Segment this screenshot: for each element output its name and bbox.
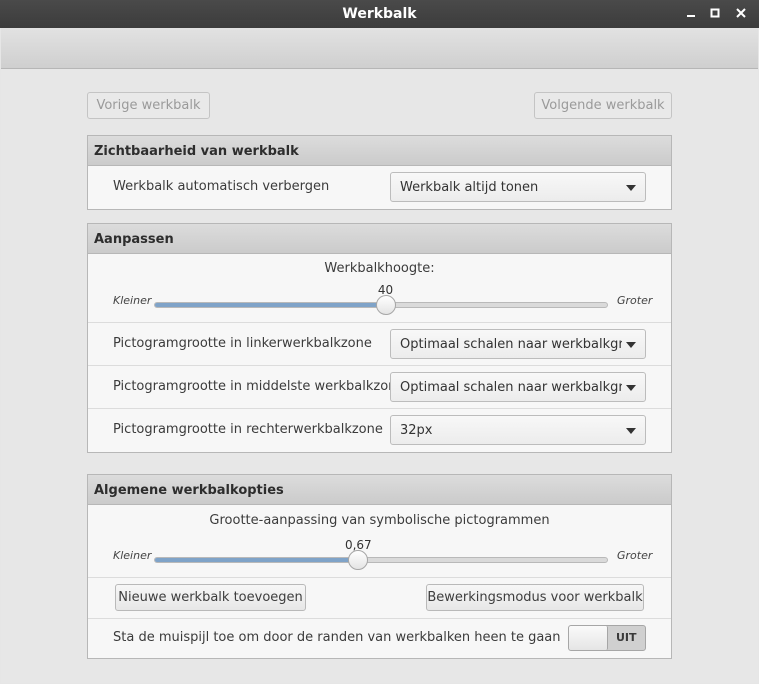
chevron-down-icon <box>626 342 636 348</box>
symbolic-max-label: Groter <box>617 549 653 562</box>
middle-zone-dropdown[interactable]: Optimaal schalen naar werkbalkgrootte <box>390 372 646 402</box>
height-min-label: Kleiner <box>113 294 152 307</box>
symbolic-slider-fill <box>155 558 359 562</box>
left-zone-value: Optimaal schalen naar werkbalkgrootte <box>400 337 622 352</box>
add-toolbar-button[interactable]: Nieuwe werkbalk toevoegen <box>115 584 306 611</box>
autohide-row: Werkbalk automatisch verbergen Werkbalk … <box>88 166 671 209</box>
chevron-down-icon <box>626 185 636 191</box>
middle-zone-row: Pictogramgrootte in middelste werkbalkzo… <box>88 366 671 409</box>
visibility-section: Zichtbaarheid van werkbalk Werkbalk auto… <box>87 135 672 210</box>
visibility-header: Zichtbaarheid van werkbalk <box>88 136 671 166</box>
middle-zone-value: Optimaal schalen naar werkbalkgrootte <box>400 380 622 395</box>
window-title: Werkbalk <box>342 6 417 22</box>
symbolic-min-label: Kleiner <box>113 549 152 562</box>
autohide-value: Werkbalk altijd tonen <box>400 180 539 195</box>
symbolic-slider-trough[interactable] <box>154 557 608 563</box>
pointer-toggle[interactable]: UIT <box>568 625 646 651</box>
next-toolbar-button[interactable]: Volgende werkbalk <box>534 92 672 119</box>
right-zone-value: 32px <box>400 423 433 438</box>
customize-header: Aanpassen <box>88 224 671 254</box>
height-caption: Werkbalkhoogte: <box>324 261 435 276</box>
previous-toolbar-button[interactable]: Vorige werkbalk <box>87 92 210 119</box>
symbolic-slider-handle[interactable] <box>348 550 369 570</box>
right-zone-label: Pictogramgrootte in rechterwerkbalkzone <box>113 422 383 437</box>
height-slider-row: Werkbalkhoogte: Kleiner Groter 40 <box>88 254 671 323</box>
symbolic-caption: Grootte-aanpassing van symbolische picto… <box>209 513 550 528</box>
right-zone-dropdown[interactable]: 32px <box>390 415 646 445</box>
height-slider-handle[interactable] <box>375 295 396 315</box>
titlebar[interactable]: Werkbalk <box>0 0 759 28</box>
left-zone-row: Pictogramgrootte in linkerwerkbalkzone O… <box>88 323 671 366</box>
height-slider-fill <box>155 303 386 307</box>
header-bar <box>1 28 758 69</box>
toggle-knob <box>569 626 608 650</box>
window: Werkbalk Vorige werkbalk Volgende werkba… <box>0 0 759 684</box>
pointer-row: Sta de muispijl toe om door de randen va… <box>88 619 671 658</box>
chevron-down-icon <box>626 385 636 391</box>
maximize-icon[interactable] <box>707 5 723 21</box>
close-icon[interactable] <box>733 5 749 21</box>
buttons-row: Nieuwe werkbalk toevoegen Bewerkingsmodu… <box>88 578 671 619</box>
general-header: Algemene werkbalkopties <box>88 475 671 505</box>
content-area: Vorige werkbalk Volgende werkbalk Zichtb… <box>1 69 758 683</box>
customize-section: Aanpassen Werkbalkhoogte: Kleiner Groter… <box>87 223 672 453</box>
autohide-label: Werkbalk automatisch verbergen <box>113 179 330 194</box>
general-section: Algemene werkbalkopties Grootte-aanpassi… <box>87 474 672 659</box>
pointer-label: Sta de muispijl toe om door de randen va… <box>113 630 561 645</box>
left-zone-dropdown[interactable]: Optimaal schalen naar werkbalkgrootte <box>390 329 646 359</box>
minimize-icon[interactable] <box>683 5 699 21</box>
left-zone-label: Pictogramgrootte in linkerwerkbalkzone <box>113 336 372 351</box>
symbolic-slider-row: Grootte-aanpassing van symbolische picto… <box>88 505 671 578</box>
middle-zone-label: Pictogramgrootte in middelste werkbalkzo… <box>113 379 405 394</box>
height-max-label: Groter <box>617 294 653 307</box>
autohide-dropdown[interactable]: Werkbalk altijd tonen <box>390 172 646 202</box>
edit-mode-button[interactable]: Bewerkingsmodus voor werkbalk <box>426 584 644 611</box>
right-zone-row: Pictogramgrootte in rechterwerkbalkzone … <box>88 409 671 452</box>
toggle-state: UIT <box>616 631 637 644</box>
chevron-down-icon <box>626 428 636 434</box>
